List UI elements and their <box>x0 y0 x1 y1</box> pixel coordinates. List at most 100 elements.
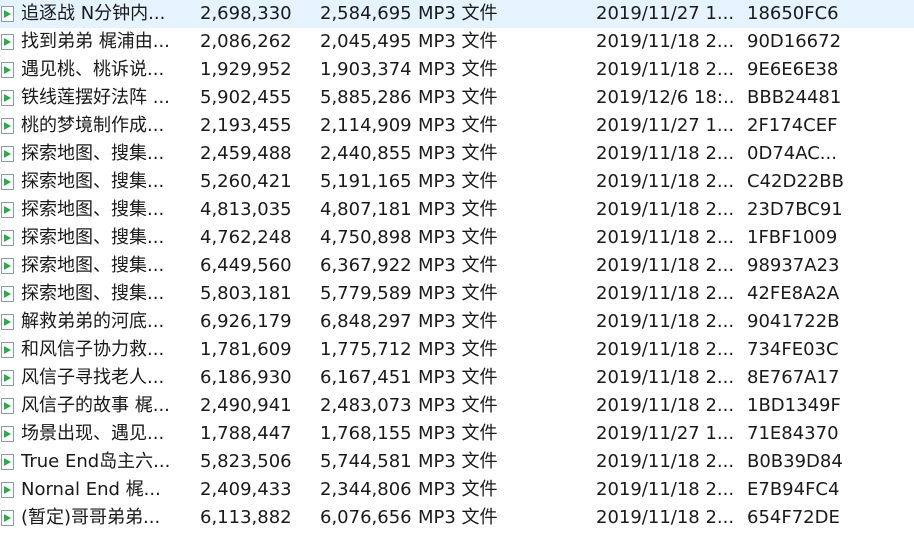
file-row[interactable]: (暂定)哥哥弟弟... 6,113,882 6,076,656 MP3 文件 2… <box>0 504 914 532</box>
file-modified: 2019/11/18 2... <box>596 31 735 52</box>
file-type: MP3 文件 <box>418 423 498 444</box>
file-name: 探索地图、搜集... <box>21 227 165 248</box>
file-row[interactable]: 探索地图、搜集... 6,449,560 6,367,922 MP3 文件 20… <box>0 252 914 280</box>
file-type: MP3 文件 <box>418 451 498 472</box>
file-name: 铁线莲摆好法阵 ... <box>21 87 170 108</box>
file-row[interactable]: 追逐战 N分钟内... 2,698,330 2,584,695 MP3 文件 2… <box>0 0 914 28</box>
file-size: 2,698,330 <box>200 3 292 24</box>
file-type: MP3 文件 <box>418 59 498 80</box>
file-size: 6,113,882 <box>200 507 292 528</box>
file-row[interactable]: 探索地图、搜集... 5,260,421 5,191,165 MP3 文件 20… <box>0 168 914 196</box>
file-modified: 2019/12/6 18:... <box>596 87 736 108</box>
file-row[interactable]: 和风信子协力救... 1,781,609 1,775,712 MP3 文件 20… <box>0 336 914 364</box>
audio-file-icon <box>0 308 18 336</box>
file-modified: 2019/11/18 2... <box>596 507 735 528</box>
file-name: 解救弟弟的河底... <box>21 311 165 332</box>
file-size: 1,788,447 <box>200 423 292 444</box>
file-modified: 2019/11/27 1... <box>596 423 735 444</box>
file-packed-size: 1,775,712 <box>320 339 412 360</box>
file-type: MP3 文件 <box>418 311 498 332</box>
file-size: 4,762,248 <box>200 227 292 248</box>
file-modified: 2019/11/18 2... <box>596 227 735 248</box>
file-type: MP3 文件 <box>418 143 498 164</box>
file-type: MP3 文件 <box>418 31 498 52</box>
audio-file-icon <box>0 420 18 448</box>
file-size: 1,929,952 <box>200 59 292 80</box>
file-type: MP3 文件 <box>418 283 498 304</box>
file-size: 6,449,560 <box>200 255 292 276</box>
file-row[interactable]: 风信子的故事 梶... 2,490,941 2,483,073 MP3 文件 2… <box>0 392 914 420</box>
file-row[interactable]: 场景出现、遇见... 1,788,447 1,768,155 MP3 文件 20… <box>0 420 914 448</box>
file-crc: 98937A23 <box>747 255 840 276</box>
file-packed-size: 1,903,374 <box>320 59 412 80</box>
file-row[interactable]: 桃的梦境制作成... 2,193,455 2,114,909 MP3 文件 20… <box>0 112 914 140</box>
file-row[interactable]: Nornal End 梶... 2,409,433 2,344,806 MP3 … <box>0 476 914 504</box>
file-row[interactable]: 铁线莲摆好法阵 ... 5,902,455 5,885,286 MP3 文件 2… <box>0 84 914 112</box>
file-row[interactable]: True End岛主六... 5,823,506 5,744,581 MP3 文… <box>0 448 914 476</box>
file-size: 2,193,455 <box>200 115 292 136</box>
file-modified: 2019/11/18 2... <box>596 199 735 220</box>
audio-file-icon <box>0 0 18 28</box>
file-packed-size: 2,440,855 <box>320 143 412 164</box>
file-type: MP3 文件 <box>418 507 498 528</box>
file-packed-size: 6,848,297 <box>320 311 412 332</box>
file-row[interactable]: 风信子寻找老人... 6,186,930 6,167,451 MP3 文件 20… <box>0 364 914 392</box>
file-packed-size: 5,744,581 <box>320 451 412 472</box>
file-size: 2,490,941 <box>200 395 292 416</box>
file-packed-size: 5,779,589 <box>320 283 412 304</box>
file-modified: 2019/11/27 1... <box>596 115 735 136</box>
file-crc: 90D16672 <box>747 31 842 52</box>
file-type: MP3 文件 <box>418 479 498 500</box>
audio-file-icon <box>0 448 18 476</box>
file-crc: 9E6E6E38 <box>747 59 839 80</box>
file-row[interactable]: 探索地图、搜集... 4,762,248 4,750,898 MP3 文件 20… <box>0 224 914 252</box>
file-crc: 0D74AC... <box>747 143 837 164</box>
file-crc: 18650FC6 <box>747 3 839 24</box>
file-name: 找到弟弟 梶浦由... <box>21 31 170 52</box>
audio-file-icon <box>0 28 18 56</box>
file-packed-size: 2,114,909 <box>320 115 412 136</box>
file-type: MP3 文件 <box>418 227 498 248</box>
file-crc: 654F72DE <box>747 507 840 528</box>
file-modified: 2019/11/18 2... <box>596 451 735 472</box>
file-name: 风信子的故事 梶... <box>21 395 170 416</box>
file-row[interactable]: 找到弟弟 梶浦由... 2,086,262 2,045,495 MP3 文件 2… <box>0 28 914 56</box>
file-crc: 2F174CEF <box>747 115 838 136</box>
file-row[interactable]: 解救弟弟的河底... 6,926,179 6,848,297 MP3 文件 20… <box>0 308 914 336</box>
file-name: 追逐战 N分钟内... <box>21 3 166 24</box>
audio-file-icon <box>0 476 18 504</box>
file-size: 1,781,609 <box>200 339 292 360</box>
file-modified: 2019/11/18 2... <box>596 395 735 416</box>
file-modified: 2019/11/18 2... <box>596 339 735 360</box>
file-row[interactable]: 探索地图、搜集... 5,803,181 5,779,589 MP3 文件 20… <box>0 280 914 308</box>
file-modified: 2019/11/18 2... <box>596 59 735 80</box>
file-size: 6,926,179 <box>200 311 292 332</box>
file-size: 5,803,181 <box>200 283 292 304</box>
file-packed-size: 2,344,806 <box>320 479 412 500</box>
file-packed-size: 6,167,451 <box>320 367 412 388</box>
audio-file-icon <box>0 84 18 112</box>
file-name: 探索地图、搜集... <box>21 255 165 276</box>
file-row[interactable]: 遇见桃、桃诉说... 1,929,952 1,903,374 MP3 文件 20… <box>0 56 914 84</box>
file-crc: 71E84370 <box>747 423 839 444</box>
audio-file-icon <box>0 112 18 140</box>
file-packed-size: 6,076,656 <box>320 507 412 528</box>
audio-file-icon <box>0 56 18 84</box>
file-name: 探索地图、搜集... <box>21 143 165 164</box>
file-list: 追逐战 N分钟内... 2,698,330 2,584,695 MP3 文件 2… <box>0 0 914 548</box>
audio-file-icon <box>0 392 18 420</box>
file-crc: B0B39D84 <box>747 451 843 472</box>
file-name: 探索地图、搜集... <box>21 283 165 304</box>
file-crc: 1BD1349F <box>747 395 841 416</box>
file-type: MP3 文件 <box>418 339 498 360</box>
file-size: 2,459,488 <box>200 143 292 164</box>
file-row[interactable]: 探索地图、搜集... 2,459,488 2,440,855 MP3 文件 20… <box>0 140 914 168</box>
file-type: MP3 文件 <box>418 199 498 220</box>
file-row[interactable]: 探索地图、搜集... 4,813,035 4,807,181 MP3 文件 20… <box>0 196 914 224</box>
file-packed-size: 2,045,495 <box>320 31 412 52</box>
file-modified: 2019/11/18 2... <box>596 311 735 332</box>
file-modified: 2019/11/18 2... <box>596 367 735 388</box>
file-type: MP3 文件 <box>418 171 498 192</box>
file-name: 探索地图、搜集... <box>21 199 165 220</box>
audio-file-icon <box>0 504 18 532</box>
